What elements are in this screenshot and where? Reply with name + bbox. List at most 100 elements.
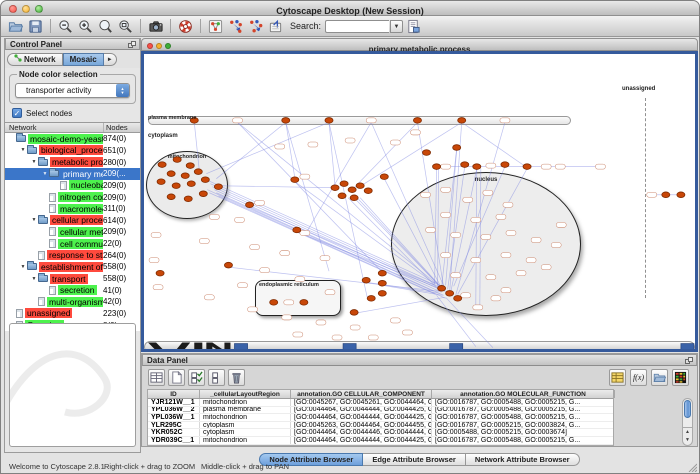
graph-node[interactable] <box>523 164 531 170</box>
table-cell[interactable]: [GO:0044464, GO:0044444, GO:0044425, G..… <box>291 437 432 444</box>
graph-node[interactable] <box>364 188 372 194</box>
tree-row-response-to-stimulu[interactable]: response to stimulu264(0) <box>5 249 140 261</box>
table-cell[interactable]: YPL036W__1 <box>148 414 200 421</box>
node-color-dropdown[interactable]: transporter activity ▲▼ <box>15 83 130 98</box>
graph-node[interactable] <box>662 192 670 198</box>
tree-expander-icon[interactable]: ▼ <box>19 264 27 270</box>
table-cell[interactable]: YLR295C <box>148 422 200 429</box>
graph-node[interactable] <box>282 118 290 124</box>
network-overview-icon[interactable] <box>206 17 225 35</box>
column-header-id[interactable]: ID <box>148 390 200 398</box>
graph-node[interactable] <box>331 185 339 191</box>
graph-node[interactable] <box>201 177 209 183</box>
graph-node[interactable] <box>293 227 301 233</box>
search-dropdown-button[interactable]: ▼ <box>390 20 403 33</box>
tab-mosaic[interactable]: Mosaic <box>63 53 104 66</box>
tree-expander-icon[interactable]: ▼ <box>30 159 38 165</box>
graph-node[interactable] <box>367 296 375 302</box>
graph-node[interactable] <box>184 196 192 202</box>
graph-node[interactable] <box>167 194 175 200</box>
graph-node[interactable] <box>461 162 469 168</box>
graph-node[interactable] <box>362 277 370 283</box>
manage-networks-icon[interactable] <box>266 17 285 35</box>
apply-layout-icon[interactable] <box>226 17 245 35</box>
graph-node[interactable] <box>356 183 364 189</box>
select-nodes-checkbox[interactable]: ✓ <box>12 108 22 118</box>
delete-attribute-icon[interactable] <box>228 369 245 386</box>
graph-node[interactable] <box>378 270 386 276</box>
search-input[interactable] <box>325 20 389 33</box>
graph-node[interactable] <box>378 280 386 286</box>
table-cell[interactable]: [GO:0045267, GO:0045261, GO:0044464, G..… <box>291 399 432 406</box>
graph-node[interactable] <box>325 118 333 124</box>
table-cell[interactable]: mitochondrion <box>200 399 291 406</box>
zoom-out-icon[interactable] <box>56 17 75 35</box>
column-header-cellularlayoutregion[interactable]: _cellularLayoutRegion <box>200 390 291 398</box>
graph-node[interactable] <box>458 118 466 124</box>
help-lifering-icon[interactable] <box>176 17 195 35</box>
graph-node[interactable] <box>340 181 348 187</box>
network-canvas[interactable]: plasma membrane cytoplasm unassigned mit… <box>144 54 695 349</box>
tree-row-primary-metabolic-p[interactable]: ▼primary metabolic p209(... <box>5 168 140 180</box>
table-cell[interactable]: YKR052C <box>148 429 200 436</box>
graph-node[interactable] <box>348 187 356 193</box>
tab-network[interactable]: Network <box>7 53 63 66</box>
tree-row-cellular-metabolic[interactable]: cellular metabolic209(0) <box>5 226 140 238</box>
new-attribute-icon[interactable] <box>168 369 185 386</box>
float-panel-icon[interactable] <box>128 41 136 51</box>
save-icon[interactable] <box>26 17 45 35</box>
tree-row-transport[interactable]: ▼transport558(0) <box>5 273 140 285</box>
graph-node[interactable] <box>224 262 232 268</box>
column-header-annotation-go-molecular-function[interactable]: annotation.GO MOLECULAR_FUNCTION <box>432 390 615 398</box>
formula-builder-icon[interactable]: f(x) <box>630 369 647 386</box>
table-cell[interactable]: mitochondrion <box>200 437 291 444</box>
graph-node[interactable] <box>270 300 278 306</box>
graph-node[interactable] <box>338 193 346 199</box>
graph-node[interactable] <box>350 195 358 201</box>
graph-node[interactable] <box>181 173 189 179</box>
graph-node[interactable] <box>214 184 222 190</box>
tree-row-nucleobase-conta[interactable]: nucleobase-conta209(0) <box>5 180 140 192</box>
table-cell[interactable]: mitochondrion <box>200 414 291 421</box>
tree-row-establishment-of-lo[interactable]: ▼establishment of lo558(0) <box>5 261 140 273</box>
graph-node[interactable] <box>172 183 180 189</box>
tree-row-nitrogen-compoun[interactable]: nitrogen compoun209(0) <box>5 191 140 203</box>
table-cell[interactable]: [GO:0044464, GO:0044444, GO:0044425, G..… <box>291 407 432 414</box>
table-cell[interactable]: YJR121W__1 <box>148 399 200 406</box>
more-tabs-button[interactable]: ► <box>104 53 117 66</box>
graph-node[interactable] <box>157 179 165 185</box>
table-cell[interactable]: YPL036W__2 <box>148 407 200 414</box>
table-row[interactable]: YPL036W__2plasma membrane[GO:0044464, GO… <box>148 407 613 415</box>
minimize-button[interactable] <box>22 5 30 13</box>
graph-node[interactable] <box>300 300 308 306</box>
tree-row-biological-process[interactable]: ▼biological_process651(0) <box>5 145 140 157</box>
open-folder-icon[interactable] <box>6 17 25 35</box>
import-attributes-icon[interactable] <box>651 369 668 386</box>
view-close-button[interactable] <box>147 43 153 49</box>
network-graph[interactable] <box>144 54 695 349</box>
tree-column-nodes[interactable]: Nodes <box>104 123 140 132</box>
graph-node[interactable] <box>291 177 299 183</box>
tree-row-cellular-process[interactable]: ▼cellular process614(0) <box>5 214 140 226</box>
graph-node[interactable] <box>187 181 195 187</box>
graph-node[interactable] <box>186 163 194 169</box>
table-cell[interactable]: cytoplasm <box>200 429 291 436</box>
apply-layout-alt-icon[interactable] <box>246 17 265 35</box>
table-cell[interactable]: [GO:0045263, GO:0044464, GO:0044455, G..… <box>291 422 432 429</box>
tree-expander-icon[interactable]: ▼ <box>41 171 49 177</box>
zoom-fit-icon[interactable] <box>116 17 135 35</box>
view-zoom-button[interactable] <box>165 43 171 49</box>
select-attributes-icon[interactable] <box>188 369 205 386</box>
graph-node[interactable] <box>423 150 431 156</box>
graph-node[interactable] <box>158 162 166 168</box>
table-scrollbar[interactable]: ▲▼ <box>682 398 693 446</box>
table-row[interactable]: YKR052Ccytoplasm[GO:0044464, GO:0044446,… <box>148 429 613 437</box>
tree-column-network[interactable]: Network <box>5 123 104 132</box>
graph-node[interactable] <box>167 171 175 177</box>
attribute-grid-icon[interactable] <box>148 369 165 386</box>
graph-node[interactable] <box>446 290 454 296</box>
scrollbar-arrows[interactable]: ▲▼ <box>683 427 692 445</box>
tree-row-metabolic-process[interactable]: ▼metabolic process280(0) <box>5 156 140 168</box>
table-cell[interactable]: plasma membrane <box>200 407 291 414</box>
table-row[interactable]: YLR295Ccytoplasm[GO:0045263, GO:0044464,… <box>148 422 613 430</box>
